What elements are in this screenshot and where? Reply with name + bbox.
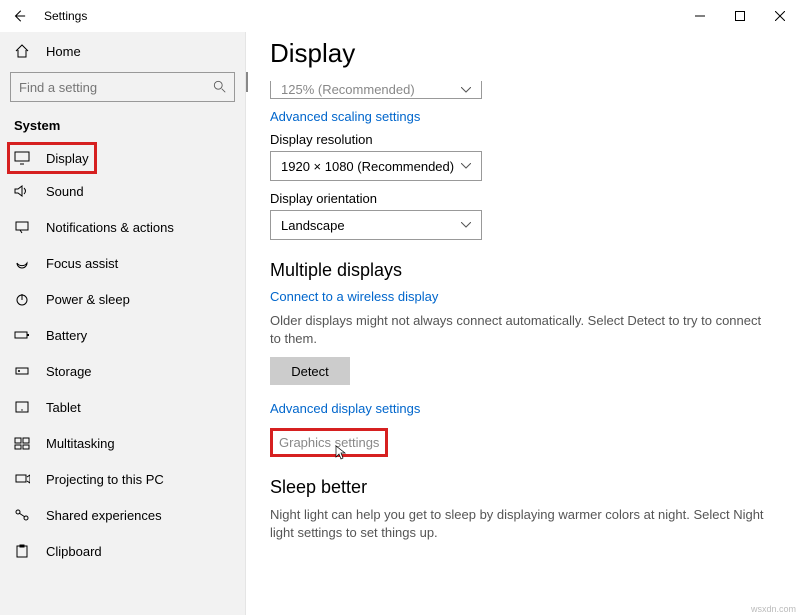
- orientation-label: Display orientation: [270, 191, 800, 206]
- window-title: Settings: [44, 9, 87, 23]
- notifications-icon: [14, 220, 30, 234]
- sidebar-item-clipboard[interactable]: Clipboard: [0, 533, 245, 569]
- sidebar-item-focus-assist[interactable]: Focus assist: [0, 245, 245, 281]
- chevron-down-icon: [461, 222, 471, 228]
- sidebar-item-power-sleep[interactable]: Power & sleep: [0, 281, 245, 317]
- chevron-down-icon: [461, 163, 471, 169]
- sidebar-group-header: System: [0, 112, 245, 143]
- sidebar-item-multitasking[interactable]: Multitasking: [0, 425, 245, 461]
- sidebar-item-label: Power & sleep: [46, 292, 130, 307]
- storage-icon: [14, 364, 30, 378]
- detect-button[interactable]: Detect: [270, 357, 350, 385]
- resolution-label: Display resolution: [270, 132, 800, 147]
- graphics-settings-link[interactable]: Graphics settings: [270, 428, 388, 457]
- cursor-icon: [333, 445, 347, 461]
- titlebar: Settings: [0, 0, 800, 32]
- sidebar-item-label: Storage: [46, 364, 92, 379]
- projecting-icon: [14, 472, 30, 486]
- advanced-scaling-link[interactable]: Advanced scaling settings: [270, 109, 800, 124]
- orientation-select[interactable]: Landscape: [270, 210, 482, 240]
- home-icon: [14, 43, 30, 59]
- battery-icon: [14, 328, 30, 342]
- sidebar-item-label: Tablet: [46, 400, 81, 415]
- page-title: Display: [270, 38, 800, 69]
- sidebar-item-display[interactable]: Display: [8, 143, 96, 173]
- sidebar-item-shared-experiences[interactable]: Shared experiences: [0, 497, 245, 533]
- scroll-indicator: [246, 72, 248, 92]
- graphics-settings-label: Graphics settings: [279, 435, 379, 450]
- sidebar-item-label: Notifications & actions: [46, 220, 174, 235]
- scale-select[interactable]: 125% (Recommended): [270, 81, 482, 99]
- sidebar-item-label: Clipboard: [46, 544, 102, 559]
- scale-select-value: 125% (Recommended): [281, 82, 415, 97]
- sidebar-item-label: Display: [46, 151, 89, 166]
- sleep-better-heading: Sleep better: [270, 477, 800, 498]
- sidebar-item-label: Shared experiences: [46, 508, 162, 523]
- minimize-button[interactable]: [680, 0, 720, 32]
- sidebar-item-tablet[interactable]: Tablet: [0, 389, 245, 425]
- back-button[interactable]: [12, 9, 26, 23]
- multiple-displays-heading: Multiple displays: [270, 260, 800, 281]
- older-displays-text: Older displays might not always connect …: [270, 312, 770, 347]
- home-label: Home: [46, 44, 81, 59]
- sidebar: Home System Display Sound Notifications …: [0, 32, 246, 615]
- sidebar-item-label: Sound: [46, 184, 84, 199]
- sidebar-item-battery[interactable]: Battery: [0, 317, 245, 353]
- sidebar-item-label: Projecting to this PC: [46, 472, 164, 487]
- advanced-display-link[interactable]: Advanced display settings: [270, 401, 800, 416]
- shared-icon: [14, 508, 30, 522]
- chevron-down-icon: [461, 87, 471, 93]
- sidebar-item-label: Multitasking: [46, 436, 115, 451]
- sidebar-item-notifications[interactable]: Notifications & actions: [0, 209, 245, 245]
- sleep-better-text: Night light can help you get to sleep by…: [270, 506, 770, 541]
- search-input[interactable]: [10, 72, 235, 102]
- watermark: wsxdn.com: [751, 604, 796, 614]
- power-icon: [14, 292, 30, 306]
- sidebar-item-projecting[interactable]: Projecting to this PC: [0, 461, 245, 497]
- display-icon: [14, 151, 30, 165]
- sidebar-item-label: Battery: [46, 328, 87, 343]
- clipboard-icon: [14, 544, 30, 558]
- close-button[interactable]: [760, 0, 800, 32]
- home-button[interactable]: Home: [0, 36, 245, 66]
- resolution-select-value: 1920 × 1080 (Recommended): [281, 159, 454, 174]
- resolution-select[interactable]: 1920 × 1080 (Recommended): [270, 151, 482, 181]
- window-controls: [680, 0, 800, 32]
- sidebar-item-storage[interactable]: Storage: [0, 353, 245, 389]
- multitasking-icon: [14, 436, 30, 450]
- sidebar-item-label: Focus assist: [46, 256, 118, 271]
- sidebar-item-sound[interactable]: Sound: [0, 173, 245, 209]
- connect-wireless-link[interactable]: Connect to a wireless display: [270, 289, 800, 304]
- orientation-select-value: Landscape: [281, 218, 345, 233]
- search-icon: [213, 80, 227, 94]
- tablet-icon: [14, 400, 30, 414]
- focus-assist-icon: [14, 256, 30, 270]
- maximize-button[interactable]: [720, 0, 760, 32]
- sound-icon: [14, 184, 30, 198]
- content-area: Display 125% (Recommended) Advanced scal…: [246, 32, 800, 615]
